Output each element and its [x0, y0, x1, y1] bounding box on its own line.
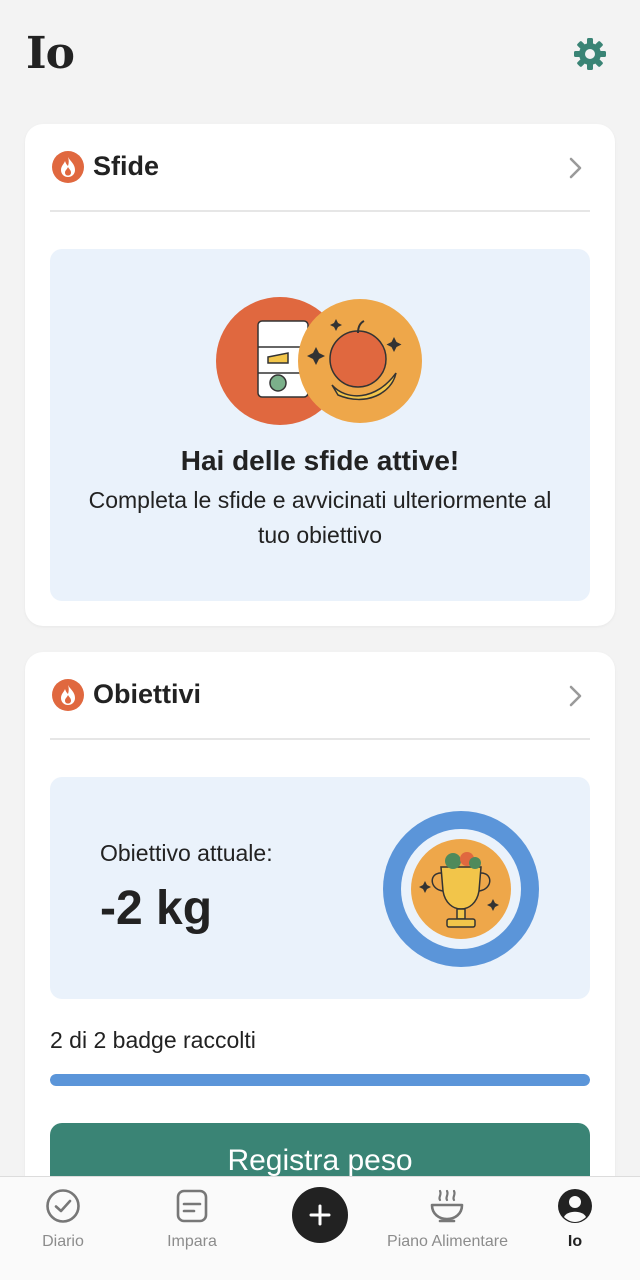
tab-diario[interactable]: Diario	[20, 1177, 106, 1280]
badges-progress-bar	[50, 1074, 590, 1086]
plus-icon	[309, 1204, 331, 1226]
goals-card: Obiettivi Obiettivo attuale: -2 kg 2 di …	[25, 652, 615, 1212]
page-title: Io	[26, 28, 75, 79]
goal-value: -2 kg	[100, 882, 213, 935]
bowl-icon	[430, 1189, 464, 1223]
bottom-tab-bar: Diario Impara Piano Alimentare Io	[0, 1176, 640, 1280]
header: Io	[0, 0, 640, 110]
tab-io[interactable]: Io	[545, 1177, 605, 1280]
chevron-right-icon[interactable]	[566, 156, 584, 180]
badges-count: 2 di 2 badge raccolti	[50, 1027, 256, 1053]
challenge-panel-subtitle: Completa le sfide e avvicinati ulteriorm…	[88, 487, 552, 548]
tab-label: Impara	[167, 1233, 217, 1250]
add-entry-button[interactable]	[292, 1187, 348, 1243]
tab-label: Piano Alimentare	[387, 1233, 508, 1250]
tab-impara[interactable]: Impara	[148, 1177, 236, 1280]
current-goal-panel: Obiettivo attuale: -2 kg	[50, 777, 590, 999]
goals-title: Obiettivi	[93, 679, 202, 709]
check-circle-icon	[46, 1189, 80, 1223]
gear-icon[interactable]	[572, 36, 608, 72]
tab-label: Io	[567, 1233, 583, 1250]
challenge-panel-title: Hai delle sfide attive!	[180, 445, 460, 476]
profile-icon	[558, 1189, 592, 1223]
chevron-right-icon[interactable]	[566, 684, 584, 708]
challenges-card: Sfide Hai delle sfide attive! Completa l…	[25, 124, 615, 626]
badges-progress-fill	[50, 1074, 590, 1086]
tab-piano-alimentare[interactable]: Piano Alimentare	[380, 1177, 515, 1280]
challenges-title: Sfide	[93, 151, 160, 181]
flame-icon	[52, 151, 84, 183]
goals-header[interactable]: Obiettivi	[50, 652, 590, 740]
fridge-fruit-illustration	[216, 297, 422, 425]
flame-icon	[52, 679, 84, 711]
document-icon	[176, 1189, 208, 1223]
goal-label: Obiettivo attuale:	[100, 840, 273, 866]
tab-label: Diario	[42, 1233, 84, 1250]
trophy-badge-icon	[383, 811, 539, 967]
challenges-header[interactable]: Sfide	[50, 124, 590, 212]
active-challenges-panel[interactable]: Hai delle sfide attive! Completa le sfid…	[50, 249, 590, 601]
